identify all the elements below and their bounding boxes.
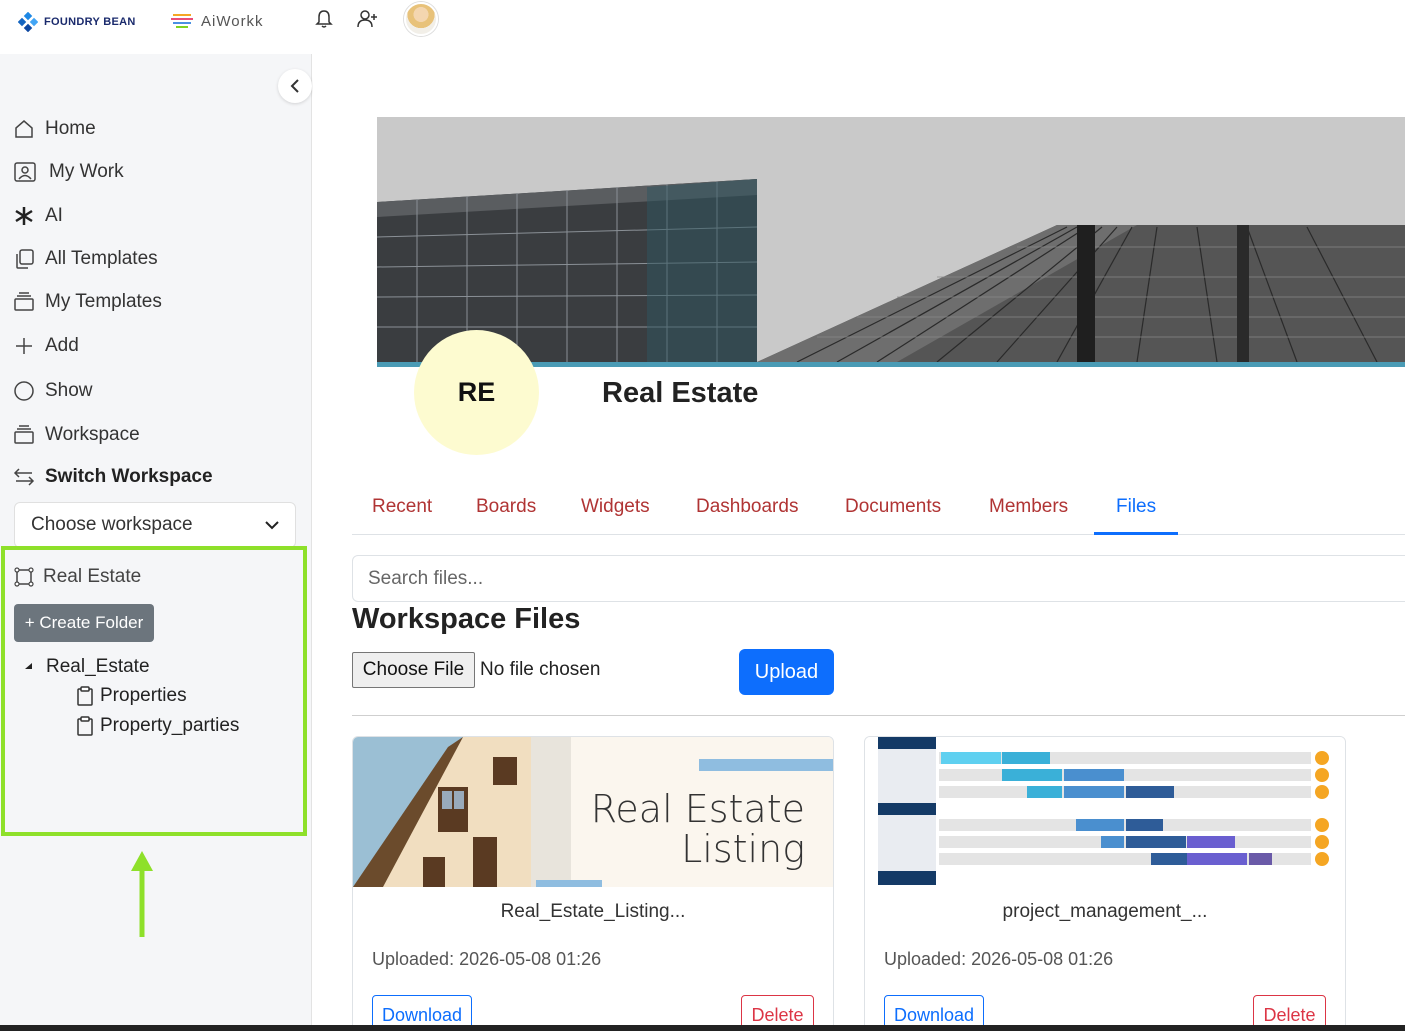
create-folder-button[interactable]: + Create Folder	[14, 604, 154, 642]
stack-icon	[14, 292, 34, 311]
nav-all-templates[interactable]: All Templates	[13, 248, 158, 270]
active-tab-indicator	[1094, 532, 1178, 535]
thumbnail-title-line-1: Real Estate	[590, 787, 805, 831]
aiworkk-name: AiWorkk	[201, 12, 264, 30]
nav-home[interactable]: Home	[13, 118, 96, 140]
tree-item-label: Property_parties	[100, 715, 240, 736]
add-user-icon[interactable]	[357, 8, 379, 30]
workspace-cover-image	[377, 117, 1405, 367]
user-card-icon	[14, 162, 36, 182]
nav-all-templates-label: All Templates	[45, 248, 158, 269]
stack-icon	[14, 425, 34, 444]
foundry-bean-logo-icon	[18, 12, 38, 32]
gantt-thumbnail-icon	[865, 737, 1345, 887]
tab-boards[interactable]: Boards	[476, 496, 536, 518]
sidebar: Home My Work AI All Templates My Templat…	[0, 54, 312, 1031]
thumbnail-title: Real Estate Listing	[591, 789, 805, 869]
arrow-up-annotation-icon	[131, 851, 153, 937]
clipboard-icon	[77, 686, 93, 706]
file-uploaded-date: Uploaded: 2026-05-08 01:26	[884, 949, 1114, 969]
avatar[interactable]	[404, 2, 438, 36]
nav-home-label: Home	[45, 118, 96, 139]
tree-item-properties[interactable]: Properties	[76, 685, 187, 707]
nav-add[interactable]: Add	[13, 335, 79, 357]
tree-item-label: Properties	[100, 685, 187, 706]
file-card[interactable]: Real Estate Listing Real_Estate_Listing.…	[352, 736, 834, 1031]
choose-file-button[interactable]: Choose File	[352, 652, 475, 688]
chevron-down-icon	[265, 521, 279, 530]
foundry-bean-logo[interactable]: FOUNDRY BEAN	[18, 12, 136, 32]
nav-switch-workspace[interactable]: Switch Workspace	[13, 466, 213, 488]
divider	[352, 715, 1405, 716]
tree-folder-label: Real_Estate	[46, 656, 150, 677]
nav-my-templates[interactable]: My Templates	[13, 291, 162, 313]
tab-widgets[interactable]: Widgets	[581, 496, 650, 518]
bell-icon[interactable]	[313, 8, 335, 30]
thumbnail-title-line-2: Listing	[681, 827, 805, 871]
workspace-select[interactable]: Choose workspace	[14, 502, 296, 548]
upload-button[interactable]: Upload	[739, 649, 834, 695]
nav-show-label: Show	[45, 380, 93, 401]
workspace-title: Real Estate	[602, 377, 759, 409]
home-icon	[15, 120, 33, 138]
brand-name: FOUNDRY BEAN	[44, 16, 136, 28]
workspace-files-heading: Workspace Files	[352, 603, 581, 635]
nav-my-work[interactable]: My Work	[13, 161, 124, 183]
current-workspace-label: Real Estate	[43, 566, 142, 587]
nav-switch-workspace-label: Switch Workspace	[45, 466, 213, 487]
aiworkk-logo-icon	[171, 14, 193, 28]
workspace-tabs: Recent Boards Widgets Dashboards Documen…	[352, 482, 1405, 535]
tab-documents[interactable]: Documents	[845, 496, 941, 518]
top-bar: FOUNDRY BEAN AiWorkk	[0, 0, 1405, 54]
current-workspace[interactable]: Real Estate	[13, 566, 141, 588]
file-name: project_management_...	[1002, 901, 1208, 922]
file-thumbnail[interactable]: Real Estate Listing	[353, 737, 833, 887]
collapse-sidebar-button[interactable]	[278, 69, 312, 103]
workspace-avatar: RE	[414, 330, 539, 455]
file-name: Real_Estate_Listing...	[500, 901, 686, 922]
plus-icon	[16, 338, 32, 354]
file-card[interactable]: project_management_... Uploaded: 2026-05…	[864, 736, 1346, 1031]
tab-dashboards[interactable]: Dashboards	[696, 496, 798, 518]
nav-ai-label: AI	[45, 205, 63, 226]
copy-icon	[16, 249, 34, 269]
workspace-select-value: Choose workspace	[31, 514, 193, 535]
file-thumbnail[interactable]	[865, 737, 1345, 887]
nav-ai[interactable]: AI	[13, 205, 63, 227]
circle-icon	[14, 381, 34, 401]
search-files-input[interactable]	[352, 555, 1405, 602]
clipboard-icon	[77, 716, 93, 736]
file-uploaded-date: Uploaded: 2026-05-08 01:26	[372, 949, 602, 969]
aiworkk-logo[interactable]: AiWorkk	[171, 12, 264, 30]
tree-folder-real-estate[interactable]: Real_Estate	[24, 656, 150, 678]
tab-files[interactable]: Files	[1116, 496, 1156, 518]
nav-show[interactable]: Show	[13, 380, 93, 402]
tab-members[interactable]: Members	[989, 496, 1068, 518]
nav-my-templates-label: My Templates	[45, 291, 162, 312]
caret-down-icon	[25, 663, 32, 669]
bottom-bar	[0, 1025, 1405, 1031]
building-cover-icon	[377, 117, 1405, 362]
tab-recent[interactable]: Recent	[372, 496, 432, 518]
no-file-label: No file chosen	[480, 659, 601, 680]
tree-item-property-parties[interactable]: Property_parties	[76, 715, 239, 737]
chevron-left-icon	[290, 79, 299, 93]
workspace-frame-icon	[14, 567, 34, 587]
nav-workspace-label: Workspace	[45, 424, 140, 445]
nav-add-label: Add	[45, 335, 79, 356]
switch-arrows-icon	[13, 468, 35, 486]
main-content: RE Real Estate Recent Boards Widgets Das…	[313, 54, 1405, 1031]
nav-my-work-label: My Work	[49, 161, 124, 182]
nav-workspace[interactable]: Workspace	[13, 424, 140, 446]
asterisk-icon	[15, 207, 33, 225]
